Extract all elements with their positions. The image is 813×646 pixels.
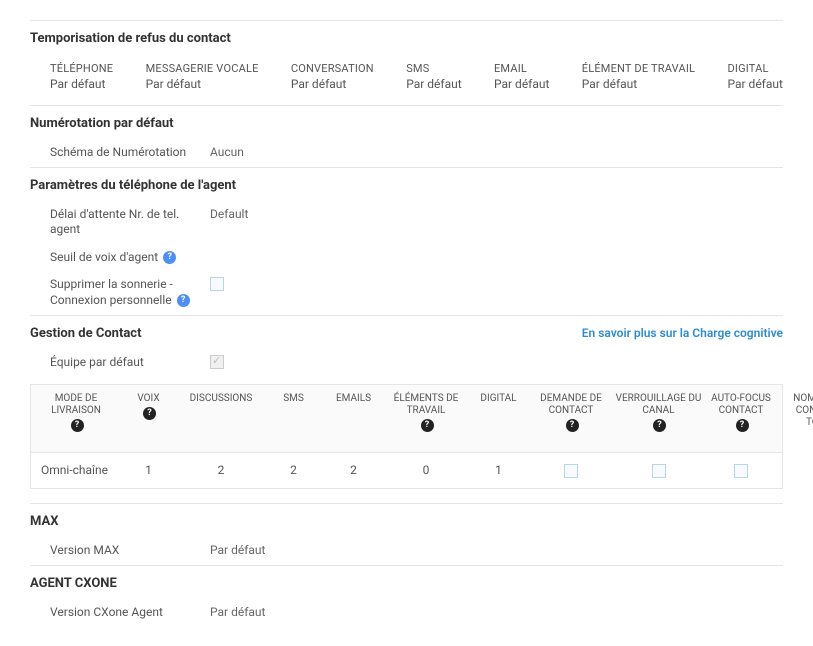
section-max-title: MAX (30, 503, 783, 537)
agent-timeout-row: Délai d'attente Nr. de tel. agent Defaul… (30, 201, 783, 244)
channel-label: ÉLÉMENT DE TRAVAIL (582, 62, 695, 75)
channel-value: Par défaut (727, 77, 782, 91)
channel-value: Par défaut (582, 77, 695, 91)
help-icon[interactable]: ? (177, 294, 190, 307)
col-voice: VOIX? (121, 385, 176, 452)
cell-total: 3 (776, 453, 813, 488)
dialing-scheme-value: Aucun (210, 145, 244, 159)
channel-value: Par défaut (494, 77, 549, 91)
learn-more-link[interactable]: En savoir plus sur la Charge cognitive (582, 326, 783, 340)
default-team-row: Équipe par défaut (30, 349, 783, 377)
section-refusal-title: Temporisation de refus du contact (30, 20, 783, 54)
delivery-mode-table: MODE DE LIVRAISON? VOIX? DISCUSSIONS SMS… (30, 384, 783, 489)
help-icon[interactable]: ? (143, 407, 156, 420)
channel-telephone: TÉLÉPHONE Par défaut (50, 62, 113, 91)
channel-value: Par défaut (406, 77, 461, 91)
cell-voice: 1 (121, 453, 176, 488)
channel-label: SMS (406, 62, 461, 75)
channel-label: DIGITAL (727, 62, 782, 75)
agent-voice-threshold-row: Seuil de voix d'agent ? (30, 244, 783, 272)
default-team-label: Équipe par défaut (50, 355, 210, 371)
agent-timeout-value: Default (210, 207, 248, 221)
channel-voicemail: MESSAGERIE VOCALE Par défaut (146, 62, 259, 91)
cell-digital: 1 (466, 453, 531, 488)
refusal-channels-row: TÉLÉPHONE Par défaut MESSAGERIE VOCALE P… (30, 54, 783, 105)
cell-lock (611, 453, 706, 488)
section-agent-phone-title: Paramètres du téléphone de l'agent (30, 167, 783, 201)
section-cxone-title: AGENT CXONE (30, 565, 783, 599)
cxone-version-value: Par défaut (210, 605, 265, 619)
help-icon[interactable]: ? (163, 251, 176, 264)
cell-emails: 2 (321, 453, 386, 488)
col-emails: EMAILS (321, 385, 386, 452)
cell-request (531, 453, 611, 488)
col-workitems: ÉLÉMENTS DE TRAVAIL? (386, 385, 466, 452)
channel-label: EMAIL (494, 62, 549, 75)
col-mode: MODE DE LIVRAISON? (31, 385, 121, 452)
cell-chat: 2 (176, 453, 266, 488)
agent-voice-threshold-label: Seuil de voix d'agent ? (50, 250, 210, 266)
cell-workitems: 0 (386, 453, 466, 488)
channel-conversation: CONVERSATION Par défaut (291, 62, 374, 91)
autofocus-checkbox[interactable] (734, 464, 748, 478)
section-contact-mgmt-header: Gestion de Contact En savoir plus sur la… (30, 315, 783, 349)
max-version-value: Par défaut (210, 543, 265, 557)
agent-suppress-ring-label: Supprimer la sonnerie - Connexion person… (50, 277, 210, 308)
section-contact-mgmt-title: Gestion de Contact (30, 326, 141, 341)
max-version-label: Version MAX (50, 543, 210, 559)
dialing-scheme-label: Schéma de Numérotation (50, 145, 210, 161)
agent-suppress-ring-row: Supprimer la sonnerie - Connexion person… (30, 271, 783, 314)
cxone-version-row: Version CXone Agent Par défaut (30, 599, 783, 627)
col-digital: DIGITAL (466, 385, 531, 452)
col-lock: VERROUILLAGE DU CANAL? (611, 385, 706, 452)
agent-timeout-label: Délai d'attente Nr. de tel. agent (50, 207, 210, 238)
channel-label: MESSAGERIE VOCALE (146, 62, 259, 75)
help-icon[interactable]: ? (736, 419, 749, 432)
channel-value: Par défaut (291, 77, 374, 91)
channel-workitem: ÉLÉMENT DE TRAVAIL Par défaut (582, 62, 695, 91)
default-team-checkbox (210, 355, 224, 369)
help-icon[interactable]: ? (566, 419, 579, 432)
channel-digital: DIGITAL Par défaut (727, 62, 782, 91)
help-icon[interactable]: ? (71, 419, 84, 432)
col-sms: SMS (266, 385, 321, 452)
channel-email: EMAIL Par défaut (494, 62, 549, 91)
channel-label: TÉLÉPHONE (50, 62, 113, 75)
dialing-scheme-row: Schéma de Numérotation Aucun (30, 139, 783, 167)
cell-autofocus (706, 453, 776, 488)
max-version-row: Version MAX Par défaut (30, 537, 783, 565)
cxone-version-label: Version CXone Agent (50, 605, 210, 621)
col-request: DEMANDE DE CONTACT? (531, 385, 611, 452)
table-row: Omni-chaîne 1 2 2 2 0 1 3 (31, 453, 782, 488)
section-dialing-title: Numérotation par défaut (30, 105, 783, 139)
col-chat: DISCUSSIONS (176, 385, 266, 452)
table-header-row: MODE DE LIVRAISON? VOIX? DISCUSSIONS SMS… (31, 385, 782, 453)
col-autofocus: AUTO-FOCUS CONTACT? (706, 385, 776, 452)
channel-sms: SMS Par défaut (406, 62, 461, 91)
channel-value: Par défaut (50, 77, 113, 91)
lock-checkbox[interactable] (652, 464, 666, 478)
col-total: NOMBRE DE CONTACTS TOTAL? (776, 385, 813, 452)
help-icon[interactable]: ? (653, 419, 666, 432)
channel-value: Par défaut (146, 77, 259, 91)
channel-label: CONVERSATION (291, 62, 374, 75)
request-checkbox[interactable] (564, 464, 578, 478)
help-icon[interactable]: ? (421, 419, 434, 432)
cell-mode: Omni-chaîne (31, 453, 121, 488)
cell-sms: 2 (266, 453, 321, 488)
suppress-ring-checkbox[interactable] (210, 277, 224, 291)
